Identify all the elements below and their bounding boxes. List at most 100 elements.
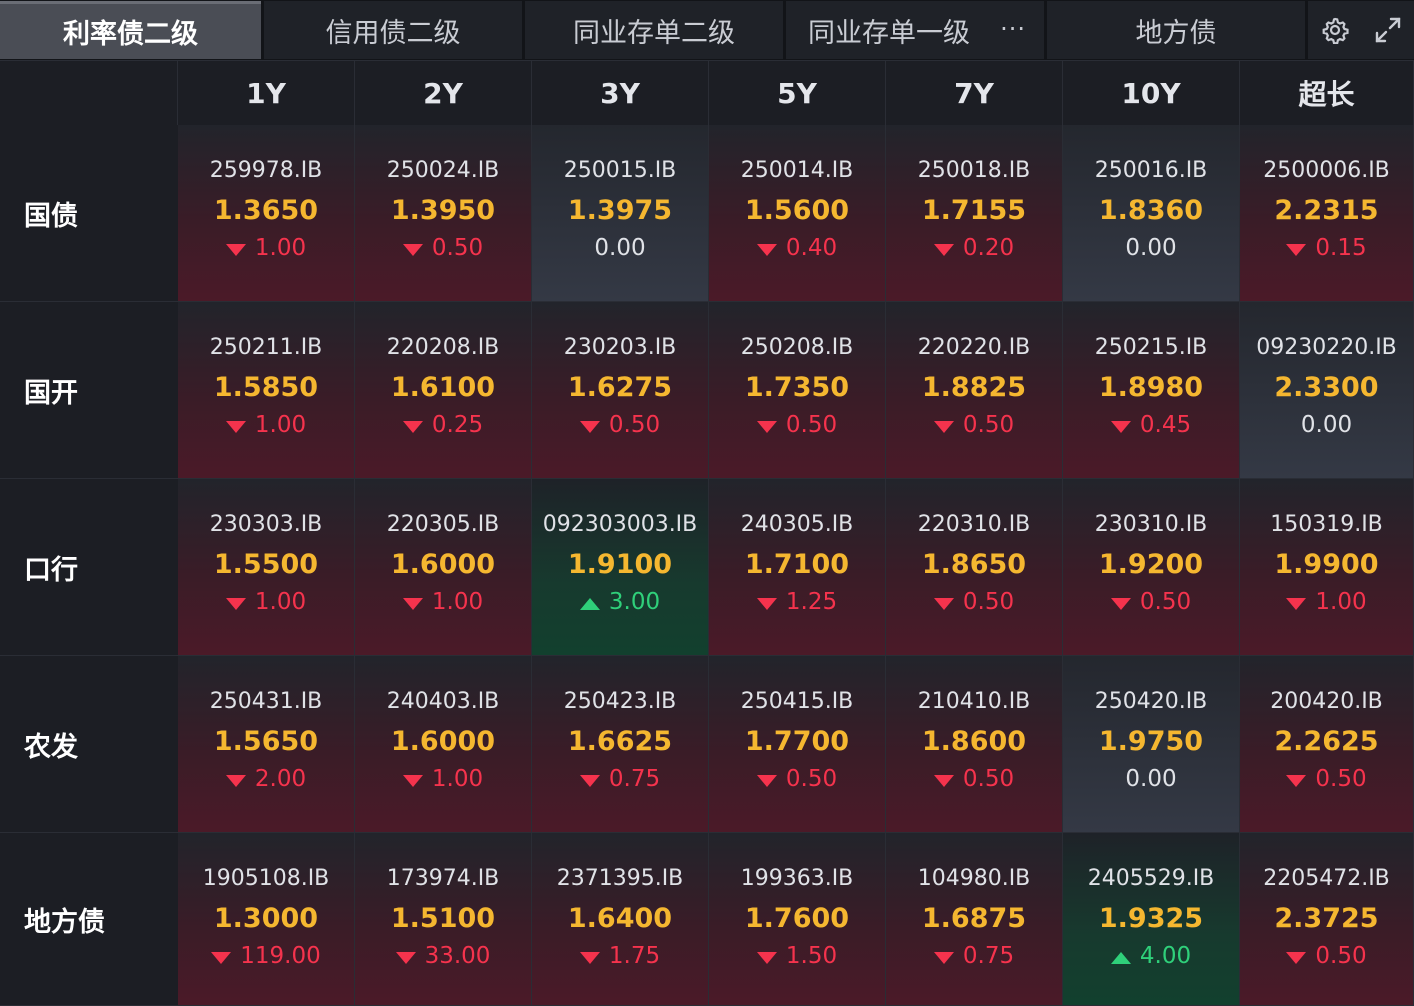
bond-cell[interactable]: 2371395.IB 1.6400 1.75 xyxy=(532,833,709,1006)
bond-cell[interactable]: 1905108.IB 1.3000 119.00 xyxy=(178,833,355,1006)
bond-cell[interactable]: 250024.IB 1.3950 0.50 xyxy=(355,125,532,302)
bond-code: 173974.IB xyxy=(386,866,500,891)
column-header-1[interactable]: 2Y xyxy=(355,61,532,125)
triangle-down-icon xyxy=(933,413,954,439)
bond-yield: 2.3300 xyxy=(1274,372,1379,403)
bond-cell[interactable]: 250420.IB 1.9750 0.00 xyxy=(1063,656,1240,833)
gear-icon[interactable] xyxy=(1318,13,1352,47)
bond-yield: 1.5600 xyxy=(744,195,850,226)
bond-code: 2371395.IB xyxy=(556,866,684,891)
column-header-3[interactable]: 5Y xyxy=(709,61,886,125)
bond-cell[interactable]: 250415.IB 1.7700 0.50 xyxy=(709,656,886,833)
bond-cell[interactable]: 220310.IB 1.8650 0.50 xyxy=(886,479,1063,656)
column-header-4[interactable]: 7Y xyxy=(886,61,1063,125)
bond-cell[interactable]: 220208.IB 1.6100 0.25 xyxy=(355,302,532,479)
header-corner xyxy=(0,61,178,125)
bond-code: 250016.IB xyxy=(1094,158,1208,183)
bond-code: 2205472.IB xyxy=(1263,866,1390,891)
bond-change: 0.00 xyxy=(1063,235,1239,261)
bond-yield: 2.2625 xyxy=(1274,726,1379,757)
bond-cell[interactable]: 250015.IB 1.3975 0.00 xyxy=(532,125,709,302)
change-value: 1.25 xyxy=(785,589,838,615)
bond-yield: 1.8360 xyxy=(1098,195,1204,226)
bond-cell[interactable]: 150319.IB 1.9900 1.00 xyxy=(1240,479,1414,656)
bond-cell[interactable]: 173974.IB 1.5100 33.00 xyxy=(355,833,532,1006)
bond-yield: 1.6000 xyxy=(390,726,496,757)
bond-yield: 1.3975 xyxy=(567,195,673,226)
bond-cell[interactable]: 250208.IB 1.7350 0.50 xyxy=(709,302,886,479)
bond-change: 0.50 xyxy=(355,235,531,262)
bond-cell[interactable]: 200420.IB 2.2625 0.50 xyxy=(1240,656,1414,833)
bond-code: 200420.IB xyxy=(1270,689,1383,714)
bond-code: 1905108.IB xyxy=(202,866,330,891)
bond-cell[interactable]: 250423.IB 1.6625 0.75 xyxy=(532,656,709,833)
change-value: 0.00 xyxy=(1125,766,1177,792)
bond-cell[interactable]: 09230220.IB 2.3300 0.00 xyxy=(1240,302,1414,479)
triangle-down-icon xyxy=(579,944,600,970)
bond-cell[interactable]: 250431.IB 1.5650 2.00 xyxy=(178,656,355,833)
bond-cell[interactable]: 210410.IB 1.8600 0.50 xyxy=(886,656,1063,833)
bond-change: 0.40 xyxy=(709,235,885,262)
bond-cell[interactable]: 199363.IB 1.7600 1.50 xyxy=(709,833,886,1006)
row-label-2: 口行 xyxy=(0,479,178,656)
bond-change: 1.75 xyxy=(532,943,708,970)
bond-code: 092303003.IB xyxy=(542,512,698,537)
bond-cell[interactable]: 230303.IB 1.5500 1.00 xyxy=(178,479,355,656)
change-value: 0.75 xyxy=(608,766,661,792)
change-value: 0.75 xyxy=(962,943,1015,969)
bond-cell[interactable]: 2405529.IB 1.9325 4.00 xyxy=(1063,833,1240,1006)
bond-cell[interactable]: 230203.IB 1.6275 0.50 xyxy=(532,302,709,479)
bond-cell[interactable]: 104980.IB 1.6875 0.75 xyxy=(886,833,1063,1006)
change-value: 0.20 xyxy=(962,235,1015,261)
bond-cell[interactable]: 240403.IB 1.6000 1.00 xyxy=(355,656,532,833)
row-label-4: 地方债 xyxy=(0,833,178,1006)
tab-label: 信用债二级 xyxy=(325,17,461,49)
bond-yield: 1.9750 xyxy=(1098,726,1204,757)
bond-code: 250208.IB xyxy=(740,335,854,360)
bond-cell[interactable]: 250211.IB 1.5850 1.00 xyxy=(178,302,355,479)
tab-credit-secondary[interactable]: 信用债二级 xyxy=(264,1,522,59)
tab-local-gov-bond[interactable]: 地方债 xyxy=(1047,1,1305,59)
triangle-down-icon xyxy=(402,236,423,262)
bond-cell[interactable]: 230310.IB 1.9200 0.50 xyxy=(1063,479,1240,656)
column-header-6[interactable]: 超长 xyxy=(1240,61,1414,125)
bond-cell[interactable]: 250018.IB 1.7155 0.20 xyxy=(886,125,1063,302)
bond-cell[interactable]: 2500006.IB 2.2315 0.15 xyxy=(1240,125,1414,302)
change-value: 1.00 xyxy=(1315,589,1367,615)
bond-code: 199363.IB xyxy=(740,866,854,891)
triangle-down-icon xyxy=(579,413,600,439)
tab-ncd-secondary[interactable]: 同业存单二级 xyxy=(525,1,783,59)
bond-code: 250420.IB xyxy=(1094,689,1208,714)
bond-code: 250024.IB xyxy=(386,158,500,183)
bond-yield: 1.6875 xyxy=(921,903,1027,934)
bond-yield: 1.7100 xyxy=(744,549,850,580)
bond-cell[interactable]: 240305.IB 1.7100 1.25 xyxy=(709,479,886,656)
column-header-2[interactable]: 3Y xyxy=(532,61,709,125)
bond-cell[interactable]: 250016.IB 1.8360 0.00 xyxy=(1063,125,1240,302)
bond-cell[interactable]: 092303003.IB 1.9100 3.00 xyxy=(532,479,709,656)
change-value: 0.50 xyxy=(785,412,838,438)
bond-yield: 1.9100 xyxy=(567,549,673,580)
triangle-down-icon xyxy=(1286,944,1307,970)
expand-icon[interactable] xyxy=(1371,13,1405,47)
column-header-0[interactable]: 1Y xyxy=(178,61,355,125)
bond-change: 0.50 xyxy=(886,766,1062,793)
bond-code: 250014.IB xyxy=(740,158,854,183)
bond-cell[interactable]: 2205472.IB 2.3725 0.50 xyxy=(1240,833,1414,1006)
bond-change: 0.50 xyxy=(709,766,885,793)
bond-cell[interactable]: 250014.IB 1.5600 0.40 xyxy=(709,125,886,302)
more-icon[interactable]: ··· xyxy=(1000,15,1026,43)
tab-rates-secondary[interactable]: 利率债二级 xyxy=(0,1,261,59)
tab-ncd-primary[interactable]: 同业存单一级 ··· xyxy=(786,1,1044,59)
bond-yield: 1.6275 xyxy=(567,372,673,403)
column-header-5[interactable]: 10Y xyxy=(1063,61,1240,125)
bond-cell[interactable]: 220220.IB 1.8825 0.50 xyxy=(886,302,1063,479)
triangle-down-icon xyxy=(933,236,954,262)
bond-cell[interactable]: 220305.IB 1.6000 1.00 xyxy=(355,479,532,656)
bond-cell[interactable]: 250215.IB 1.8980 0.45 xyxy=(1063,302,1240,479)
change-value: 0.00 xyxy=(1125,235,1177,261)
triangle-down-icon xyxy=(225,767,246,793)
bond-code: 259978.IB xyxy=(209,158,323,183)
bond-yield: 2.2315 xyxy=(1274,195,1379,226)
bond-cell[interactable]: 259978.IB 1.3650 1.00 xyxy=(178,125,355,302)
